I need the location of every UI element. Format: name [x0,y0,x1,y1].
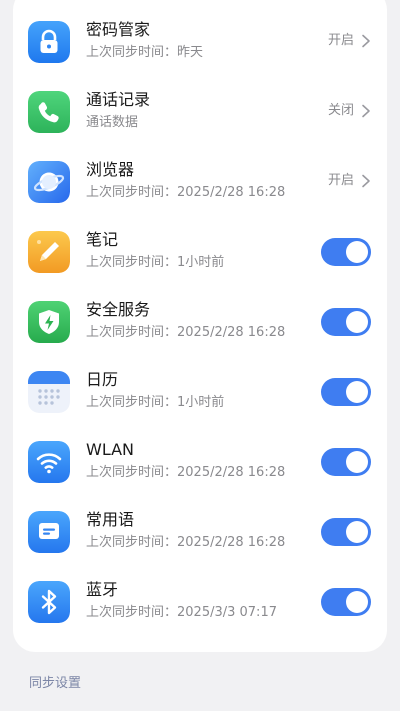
sync-toggle[interactable] [321,308,371,336]
row-title: 蓝牙 [86,580,119,599]
row-title: 安全服务 [86,300,151,319]
row-subtitle: 上次同步时间：2025/2/28 16:28 [86,325,286,340]
status-value[interactable]: 开启 [328,31,371,51]
row-subtitle: 上次同步时间：1小时前 [86,255,225,270]
toggle-knob [346,451,368,473]
section-label-sync-settings: 同步设置 [29,676,82,691]
sync-row-calendar: 日历 上次同步时间：1小时前 [13,358,387,428]
message-icon [28,511,70,553]
sync-row-common-phrases: 常用语 上次同步时间：2025/2/28 16:28 [13,498,387,568]
shield-bolt-icon [28,301,70,343]
row-title: 浏览器 [86,160,135,179]
row-subtitle: 上次同步时间：2025/2/28 16:28 [86,465,286,480]
row-subtitle: 通话数据 [86,115,139,130]
sync-toggle[interactable] [321,448,371,476]
sync-toggle[interactable] [321,518,371,546]
sync-row-browser[interactable]: 浏览器 上次同步时间：2025/2/28 16:28 开启 [13,148,387,218]
row-title: 通话记录 [86,90,151,109]
chevron-right-icon [361,104,371,118]
status-label: 开启 [327,173,354,188]
row-subtitle: 上次同步时间：2025/2/28 16:28 [86,185,286,200]
status-label: 关闭 [327,103,354,118]
sync-row-wlan: WLAN 上次同步时间：2025/2/28 16:28 [13,428,387,498]
sync-row-security-service: 安全服务 上次同步时间：2025/2/28 16:28 [13,288,387,358]
wifi-icon [28,441,70,483]
sync-row-call-log[interactable]: 通话记录 通话数据 关闭 [13,78,387,148]
sync-toggle[interactable] [321,238,371,266]
sync-row-notes: 笔记 上次同步时间：1小时前 [13,218,387,288]
phone-icon [28,91,70,133]
row-title: 日历 [86,370,119,389]
sync-toggle[interactable] [321,378,371,406]
chevron-right-icon [361,174,371,188]
lock-icon [28,21,70,63]
row-subtitle: 上次同步时间：1小时前 [86,395,225,410]
notes-pencil-icon [28,231,70,273]
calendar-icon [28,371,70,413]
toggle-knob [346,311,368,333]
row-subtitle: 上次同步时间：2025/2/28 16:28 [86,535,286,550]
toggle-knob [346,591,368,613]
toggle-knob [346,521,368,543]
row-title: 常用语 [86,510,135,529]
row-title: 密码管家 [86,20,151,39]
toggle-knob [346,381,368,403]
row-title: 笔记 [86,230,119,249]
row-subtitle: 上次同步时间：昨天 [86,45,204,60]
sync-toggle[interactable] [321,588,371,616]
status-label: 开启 [327,33,354,48]
browser-planet-icon [28,161,70,203]
chevron-right-icon [361,34,371,48]
row-title: WLAN [86,440,135,459]
status-value[interactable]: 关闭 [328,101,371,121]
bluetooth-icon [28,581,70,623]
sync-row-bluetooth: 蓝牙 上次同步时间：2025/3/3 07:17 [13,568,387,638]
sync-row-password-manager[interactable]: 密码管家 上次同步时间：昨天 开启 [13,8,387,78]
sync-apps-card: 密码管家 上次同步时间：昨天 开启 通话记录 通话数据 关闭 浏览器 上次同步时… [13,0,387,652]
row-subtitle: 上次同步时间：2025/3/3 07:17 [86,605,277,620]
status-value[interactable]: 开启 [328,171,371,191]
toggle-knob [346,241,368,263]
